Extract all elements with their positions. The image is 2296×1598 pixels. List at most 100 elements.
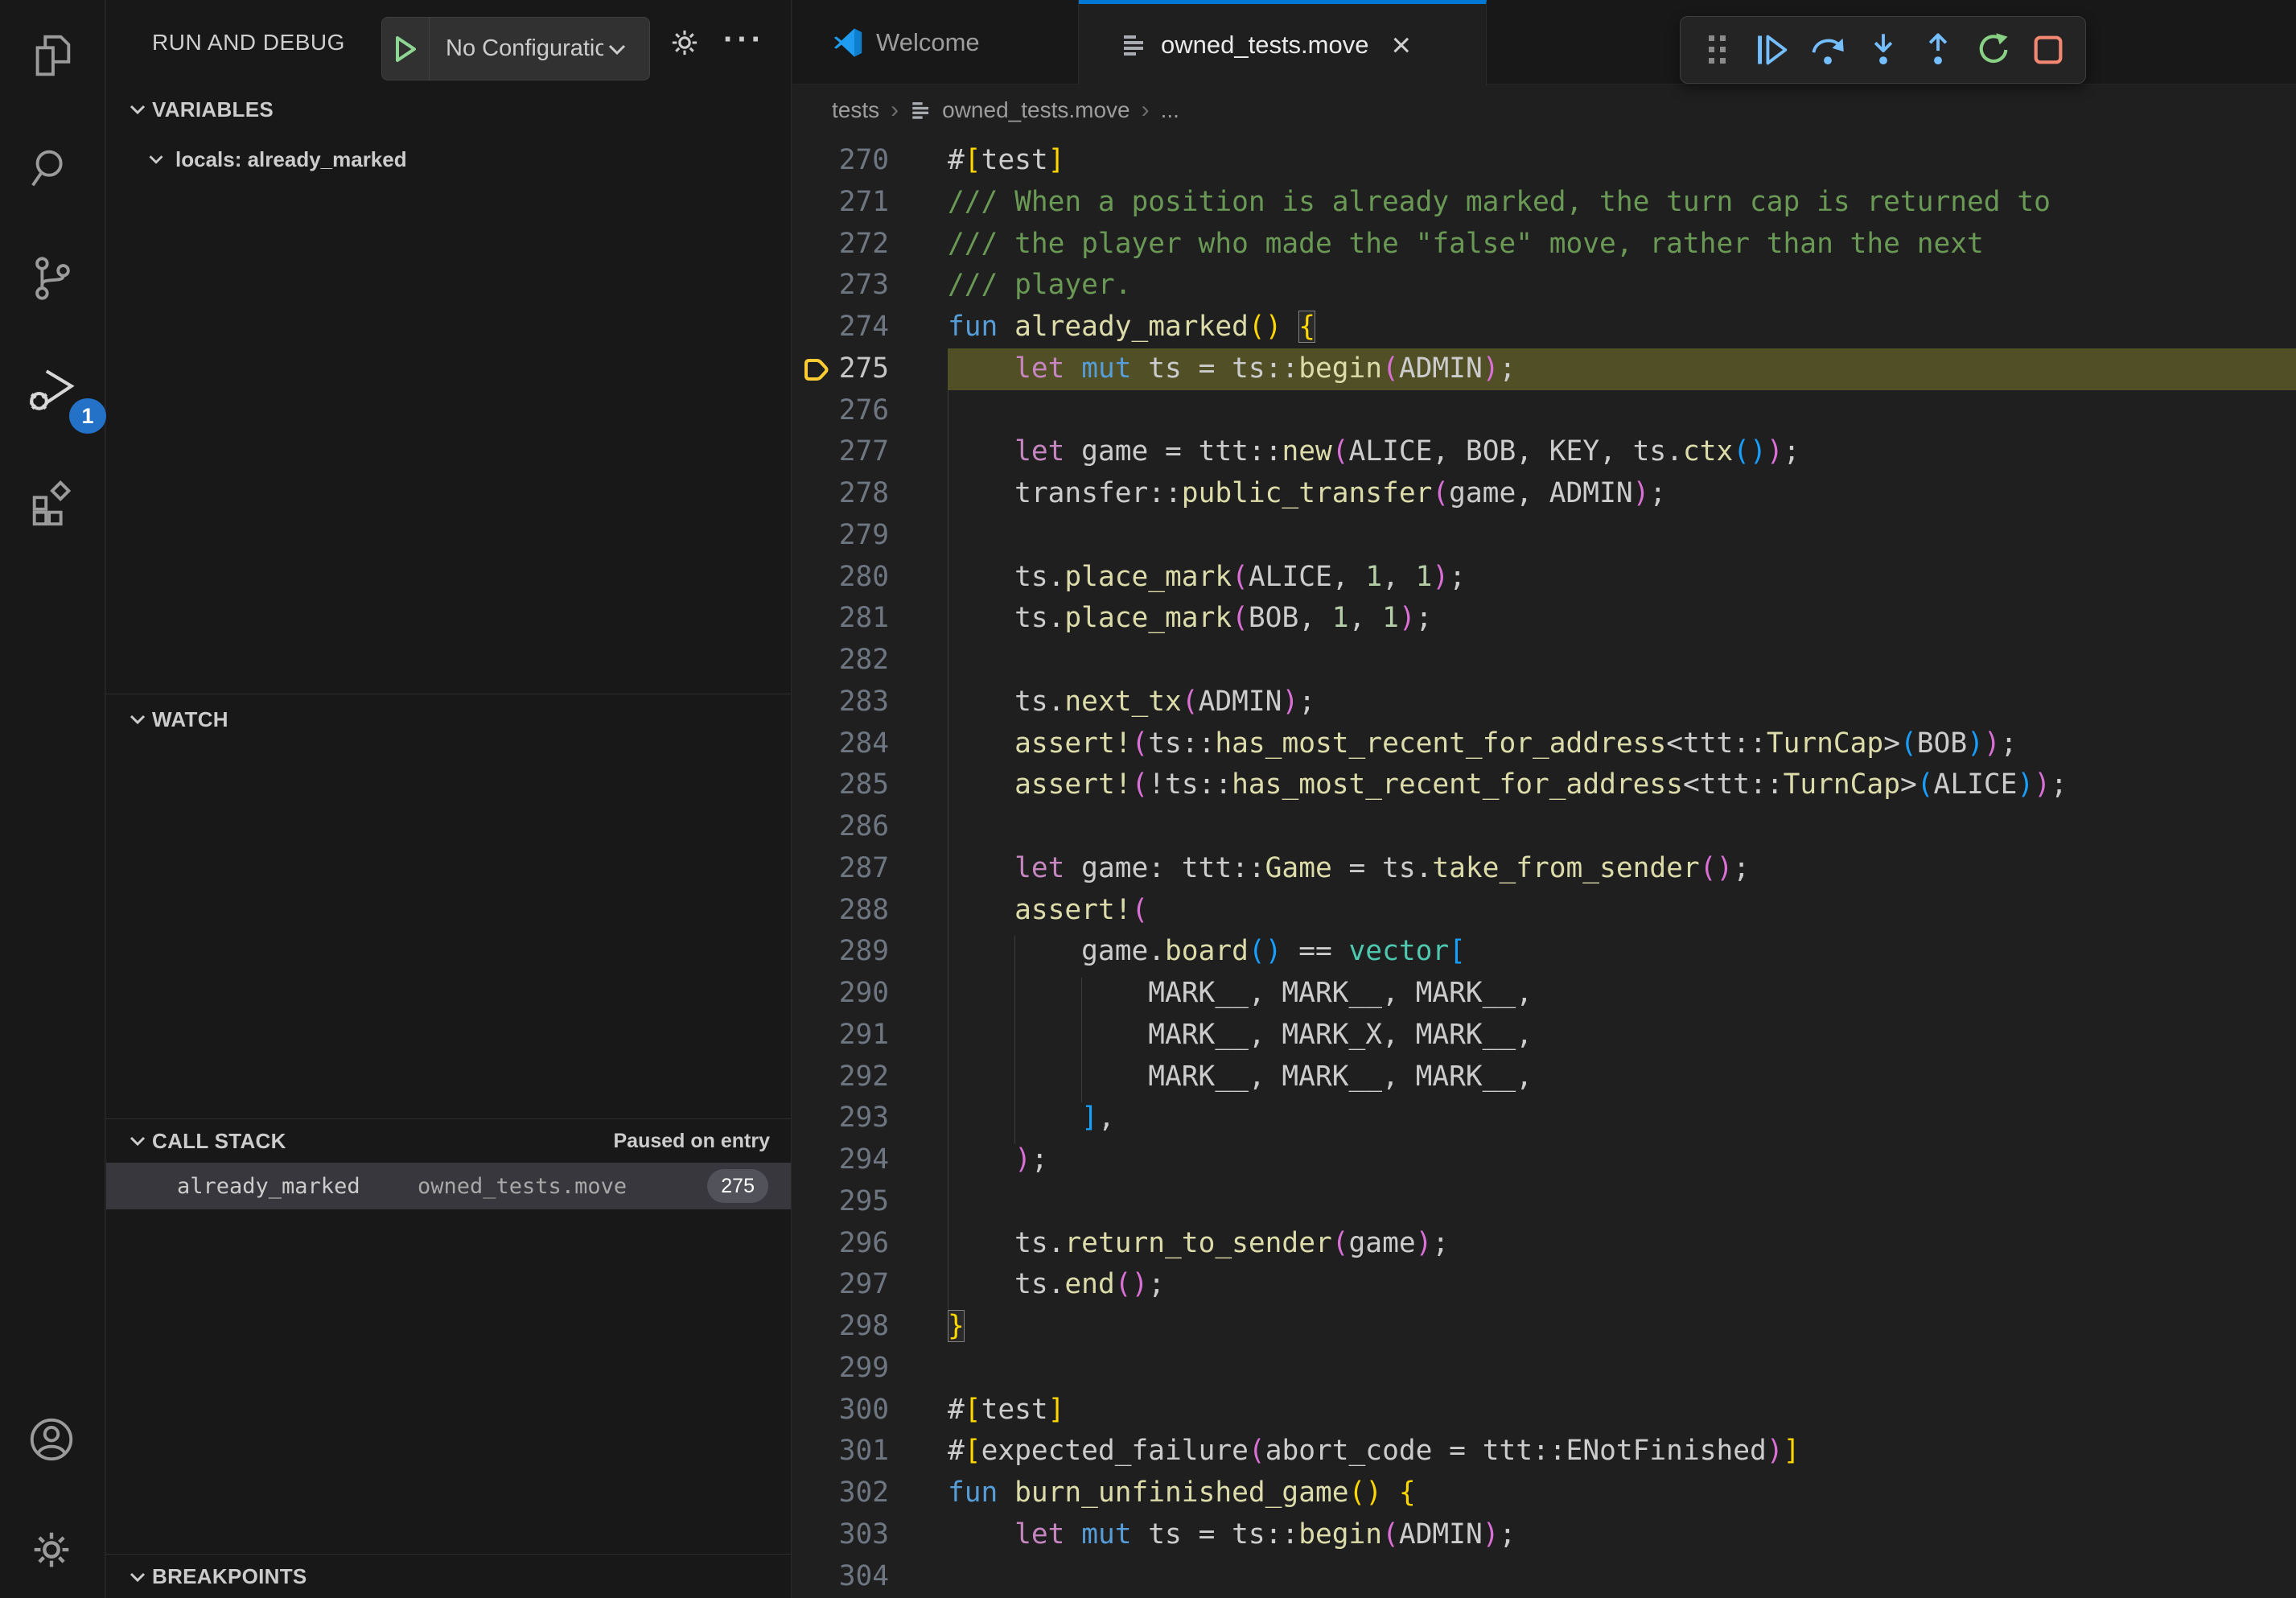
drag-handle-icon[interactable] — [1692, 24, 1743, 76]
extensions-icon[interactable] — [25, 477, 78, 530]
tab-label: Welcome — [876, 28, 980, 57]
watch-section-label: WATCH — [152, 697, 228, 742]
debug-toolbar — [1680, 16, 2086, 84]
code-line-300[interactable]: 300#[test] — [792, 1390, 2296, 1431]
section-variables[interactable]: VARIABLES — [106, 89, 791, 130]
code-text: ], — [948, 1098, 1115, 1139]
breadcrumb-symbol-more[interactable]: ... — [1161, 97, 1179, 123]
start-debugging-icon[interactable] — [382, 35, 429, 64]
code-line-283[interactable]: 283 ts.next_tx(ADMIN); — [792, 682, 2296, 723]
code-line-287[interactable]: 287 let game: ttt::Game = ts.take_from_s… — [792, 848, 2296, 890]
code-text: fun burn_unfinished_game() { — [948, 1472, 1416, 1514]
code-line-288[interactable]: 288 assert!( — [792, 890, 2296, 932]
line-number: 300 — [792, 1390, 889, 1431]
code-line-273[interactable]: 273/// player. — [792, 265, 2296, 307]
run-and-debug-sidebar: RUN AND DEBUG No Configurations ··· V — [106, 0, 792, 1598]
frame-function-name: already_marked — [177, 1174, 360, 1199]
code-line-304[interactable]: 304 — [792, 1556, 2296, 1598]
code-line-295[interactable]: 295 — [792, 1181, 2296, 1223]
move-file-icon — [1121, 31, 1148, 59]
code-line-303[interactable]: 303 let mut ts = ts::begin(ADMIN); — [792, 1514, 2296, 1556]
code-line-286[interactable]: 286 — [792, 806, 2296, 848]
code-text: assert!(!ts::has_most_recent_for_address… — [948, 764, 2068, 806]
section-breakpoints[interactable]: BREAKPOINTS — [106, 1555, 791, 1598]
code-line-296[interactable]: 296 ts.return_to_sender(game); — [792, 1223, 2296, 1265]
tab-label: owned_tests.move — [1161, 31, 1368, 60]
code-line-271[interactable]: 271/// When a position is already marked… — [792, 182, 2296, 224]
code-line-282[interactable]: 282 — [792, 640, 2296, 682]
code-text: /// When a position is already marked, t… — [948, 182, 2051, 224]
tab-welcome[interactable]: Welcome — [792, 0, 1079, 84]
code-line-270[interactable]: 270#[test] — [792, 140, 2296, 182]
step-into-button[interactable] — [1858, 24, 1909, 76]
code-text: assert!(ts::has_most_recent_for_address<… — [948, 723, 2017, 765]
code-editor[interactable]: 270#[test]271/// When a position is alre… — [792, 135, 2296, 1598]
close-icon[interactable]: × — [1391, 28, 1411, 62]
code-line-275[interactable]: 275 let mut ts = ts::begin(ADMIN); — [792, 348, 2296, 390]
section-watch[interactable]: WATCH — [106, 697, 791, 742]
variables-section-label: VARIABLES — [152, 89, 274, 130]
launch-configuration-dropdown[interactable]: No Configurations — [381, 17, 650, 80]
settings-gear-icon[interactable] — [25, 1523, 78, 1576]
search-icon[interactable] — [25, 142, 78, 195]
code-line-298[interactable]: 298} — [792, 1306, 2296, 1348]
breadcrumb-folder[interactable]: tests — [832, 97, 879, 123]
code-line-284[interactable]: 284 assert!(ts::has_most_recent_for_addr… — [792, 723, 2296, 765]
breadcrumb: tests › owned_tests.move › ... — [792, 84, 2296, 135]
line-number: 301 — [792, 1431, 889, 1472]
chevron-down-icon — [125, 707, 150, 731]
sidebar-header: RUN AND DEBUG No Configurations ··· — [106, 0, 791, 84]
account-icon[interactable] — [25, 1413, 78, 1466]
code-text: ts.place_mark(BOB, 1, 1); — [948, 598, 1432, 640]
code-line-301[interactable]: 301#[expected_failure(abort_code = ttt::… — [792, 1431, 2296, 1472]
run-and-debug-icon[interactable]: 1 — [25, 364, 78, 418]
stop-button[interactable] — [2022, 24, 2074, 76]
step-over-button[interactable] — [1802, 24, 1854, 76]
code-line-294[interactable]: 294 ); — [792, 1139, 2296, 1181]
step-out-button[interactable] — [1912, 24, 1964, 76]
code-line-278[interactable]: 278 transfer::public_transfer(game, ADMI… — [792, 473, 2296, 515]
line-number: 272 — [792, 224, 889, 266]
code-line-272[interactable]: 272/// the player who made the "false" m… — [792, 224, 2296, 266]
code-line-280[interactable]: 280 ts.place_mark(ALICE, 1, 1); — [792, 557, 2296, 599]
code-line-291[interactable]: 291 MARK__, MARK_X, MARK__, — [792, 1015, 2296, 1056]
code-line-276[interactable]: 276 — [792, 390, 2296, 432]
line-number: 283 — [792, 682, 889, 723]
more-actions-icon[interactable]: ··· — [723, 0, 765, 79]
code-line-292[interactable]: 292 MARK__, MARK__, MARK__, — [792, 1056, 2296, 1098]
call-stack-frame[interactable]: already_marked owned_tests.move 275 — [106, 1163, 791, 1209]
breakpoints-section-label: BREAKPOINTS — [152, 1555, 307, 1598]
source-control-icon[interactable] — [25, 252, 78, 305]
code-line-285[interactable]: 285 assert!(!ts::has_most_recent_for_add… — [792, 764, 2296, 806]
code-line-279[interactable]: 279 — [792, 515, 2296, 557]
explorer-icon[interactable] — [25, 29, 78, 82]
code-line-289[interactable]: 289 game.board() == vector[ — [792, 931, 2296, 973]
continue-button[interactable] — [1747, 24, 1799, 76]
code-lines: 270#[test]271/// When a position is alre… — [792, 140, 2296, 1597]
dropdown-divider — [429, 17, 430, 80]
section-call-stack[interactable]: CALL STACK Paused on entry — [106, 1119, 791, 1163]
paused-status-label: Paused on entry — [614, 1119, 771, 1163]
restart-button[interactable] — [1968, 24, 2019, 76]
code-line-290[interactable]: 290 MARK__, MARK__, MARK__, — [792, 973, 2296, 1015]
line-number: 291 — [792, 1015, 889, 1056]
code-line-302[interactable]: 302fun burn_unfinished_game() { — [792, 1472, 2296, 1514]
frame-line-badge: 275 — [707, 1169, 768, 1203]
breadcrumb-file[interactable]: owned_tests.move — [942, 97, 1129, 123]
variables-scope-locals[interactable]: locals: already_marked — [106, 138, 791, 180]
line-number: 278 — [792, 473, 889, 515]
code-text: /// player. — [948, 265, 1131, 307]
line-number: 292 — [792, 1056, 889, 1098]
tab-owned-tests-move[interactable]: owned_tests.move × — [1079, 0, 1487, 85]
debug-settings-gear-icon[interactable] — [667, 25, 702, 60]
code-line-274[interactable]: 274fun already_marked() { — [792, 307, 2296, 348]
chevron-down-icon — [145, 148, 167, 171]
code-text: let mut ts = ts::begin(ADMIN); — [948, 1514, 1516, 1556]
code-text: #[test] — [948, 140, 1064, 182]
code-line-293[interactable]: 293 ], — [792, 1098, 2296, 1139]
code-line-297[interactable]: 297 ts.end(); — [792, 1264, 2296, 1306]
code-line-281[interactable]: 281 ts.place_mark(BOB, 1, 1); — [792, 598, 2296, 640]
sidebar-title: RUN AND DEBUG — [152, 0, 345, 84]
code-line-299[interactable]: 299 — [792, 1348, 2296, 1390]
code-line-277[interactable]: 277 let game = ttt::new(ALICE, BOB, KEY,… — [792, 431, 2296, 473]
